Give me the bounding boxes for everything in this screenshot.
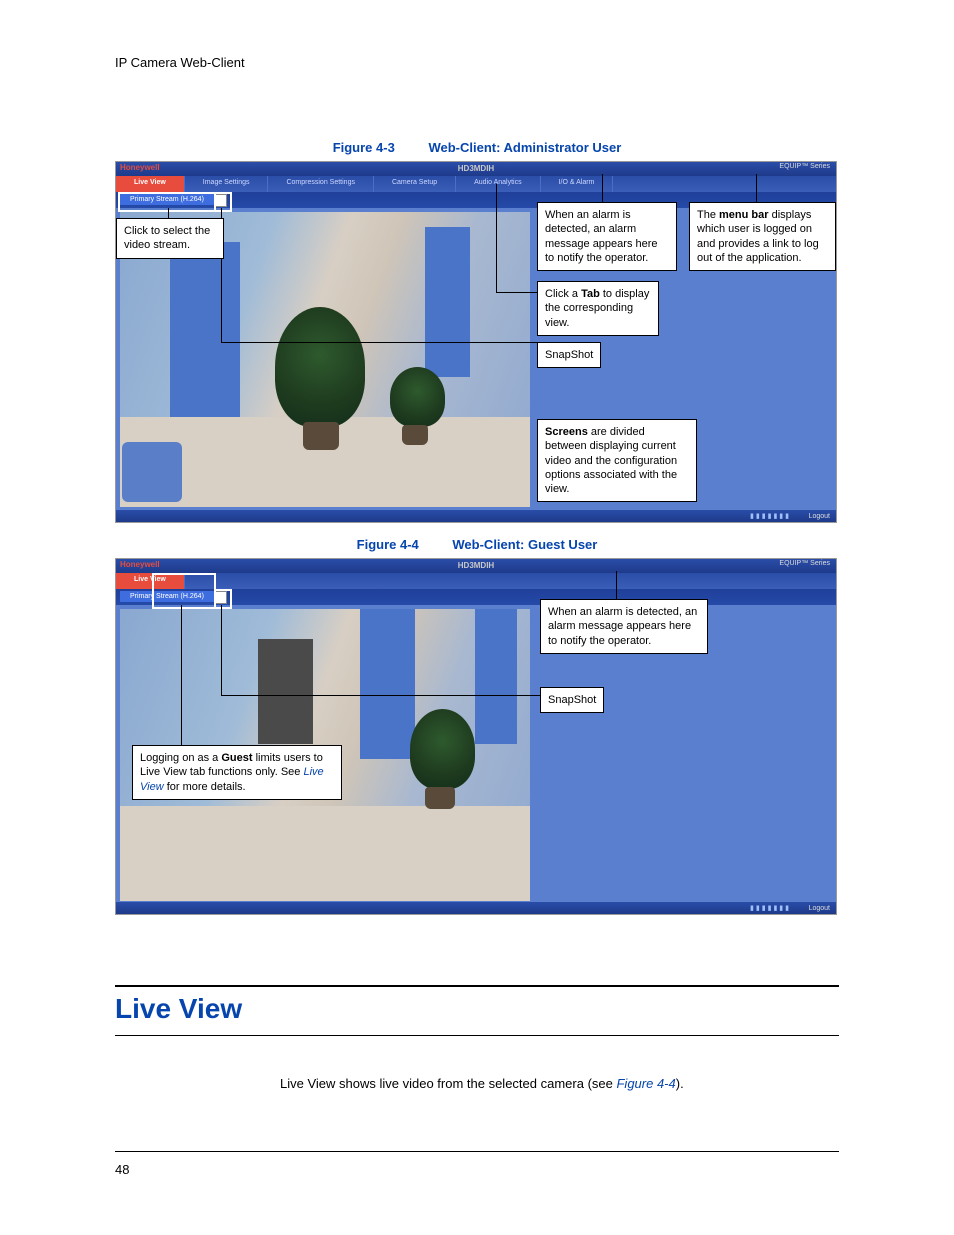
figure-4-3-screenshot: Honeywell HD3MDIH EQUIP™ Series Live Vie… [115, 161, 837, 523]
running-header: IP Camera Web-Client [115, 55, 839, 70]
page-number: 48 [115, 1162, 839, 1177]
figure-4-4-caption: Figure 4-4 Web-Client: Guest User [115, 537, 839, 552]
chair [122, 442, 182, 502]
vending-machine [258, 639, 313, 744]
floor-area [120, 806, 530, 901]
plant-small [390, 367, 445, 427]
footer-rule [115, 1151, 839, 1152]
tab-image-settings[interactable]: Image Settings [185, 176, 269, 192]
section-title-live-view: Live View [115, 993, 839, 1025]
callout-tab: Click a Tab to display the corresponding… [537, 281, 659, 336]
plant [275, 307, 365, 427]
plant-pot [425, 787, 455, 809]
tab-camera-setup[interactable]: Camera Setup [374, 176, 456, 192]
highlight-snapshot [214, 589, 232, 609]
highlight-stream [118, 192, 216, 212]
tab-bar: Live View [116, 573, 836, 589]
highlight-snapshot [214, 192, 232, 212]
plant-pot-2 [402, 425, 428, 445]
leader-line [168, 208, 169, 218]
door-2 [475, 609, 517, 744]
door [360, 609, 415, 759]
body-paragraph: Live View shows live video from the sele… [280, 1076, 839, 1091]
text: The [697, 209, 719, 221]
callout-select-stream: Click to select the video stream. [116, 218, 224, 259]
tab-bar: Live View Image Settings Compression Set… [116, 176, 836, 192]
text: Logging on as a [140, 752, 221, 764]
callout-snapshot: SnapShot [540, 687, 604, 713]
section-rule-bottom [115, 1035, 839, 1036]
door [170, 242, 240, 417]
series-label: EQUIP™ Series [779, 163, 830, 170]
text: Click a [545, 288, 581, 300]
model-label: HD3MDIH [116, 162, 836, 176]
bold-text: menu bar [719, 209, 769, 221]
figure-number: Figure 4-3 [333, 140, 395, 155]
window-titlebar: Honeywell HD3MDIH EQUIP™ Series [116, 162, 836, 176]
window-footer [116, 510, 836, 522]
tab-audio-analytics[interactable]: Audio Analytics [456, 176, 540, 192]
callout-snapshot: SnapShot [537, 342, 601, 368]
logout-link[interactable]: Logout [809, 513, 830, 520]
plant [410, 709, 475, 789]
leader-line [602, 174, 603, 202]
footer-indicators: ▮▮▮▮▮▮▮ [750, 512, 791, 520]
window-footer [116, 902, 836, 914]
leader-line [496, 292, 538, 293]
leader-line [756, 174, 757, 202]
leader-line [616, 571, 617, 599]
leader-line [221, 342, 537, 343]
bold-text: Screens [545, 426, 588, 438]
tab-live-view[interactable]: Live View [116, 176, 185, 192]
callout-alarm: When an alarm is detected, an alarm mess… [540, 599, 708, 654]
series-label: EQUIP™ Series [779, 560, 830, 567]
leader-line [221, 695, 541, 696]
callout-screens: Screens are divided between displaying c… [537, 419, 697, 502]
leader-line [221, 605, 222, 695]
text: Live View shows live video from the sele… [280, 1076, 616, 1091]
figure-number: Figure 4-4 [357, 537, 419, 552]
figure-4-4-screenshot: Honeywell HD3MDIH EQUIP™ Series Live Vie… [115, 558, 837, 915]
callout-menubar: The menu bar displays which user is logg… [689, 202, 836, 271]
section-rule-top [115, 985, 839, 987]
figure-title: Web-Client: Administrator User [428, 140, 621, 155]
logout-link[interactable]: Logout [809, 905, 830, 912]
footer-indicators: ▮▮▮▮▮▮▮ [750, 904, 791, 912]
bold-text: Tab [581, 288, 600, 300]
callout-alarm: When an alarm is detected, an alarm mess… [537, 202, 677, 271]
figure-ref-link[interactable]: Figure 4-4 [616, 1076, 675, 1091]
text: ). [676, 1076, 684, 1091]
tab-compression-settings[interactable]: Compression Settings [268, 176, 373, 192]
callout-guest: Logging on as a Guest limits users to Li… [132, 745, 342, 800]
figure-4-3-caption: Figure 4-3 Web-Client: Administrator Use… [115, 140, 839, 155]
window-titlebar: Honeywell HD3MDIH EQUIP™ Series [116, 559, 836, 573]
highlight-live-view-tab [152, 573, 216, 609]
plant-pot [303, 422, 339, 450]
leader-line [181, 605, 182, 745]
bold-text: Guest [221, 752, 252, 764]
leader-line [496, 184, 497, 292]
door-2 [425, 227, 470, 377]
text: for more details. [164, 781, 246, 793]
model-label: HD3MDIH [116, 559, 836, 573]
figure-title: Web-Client: Guest User [452, 537, 597, 552]
